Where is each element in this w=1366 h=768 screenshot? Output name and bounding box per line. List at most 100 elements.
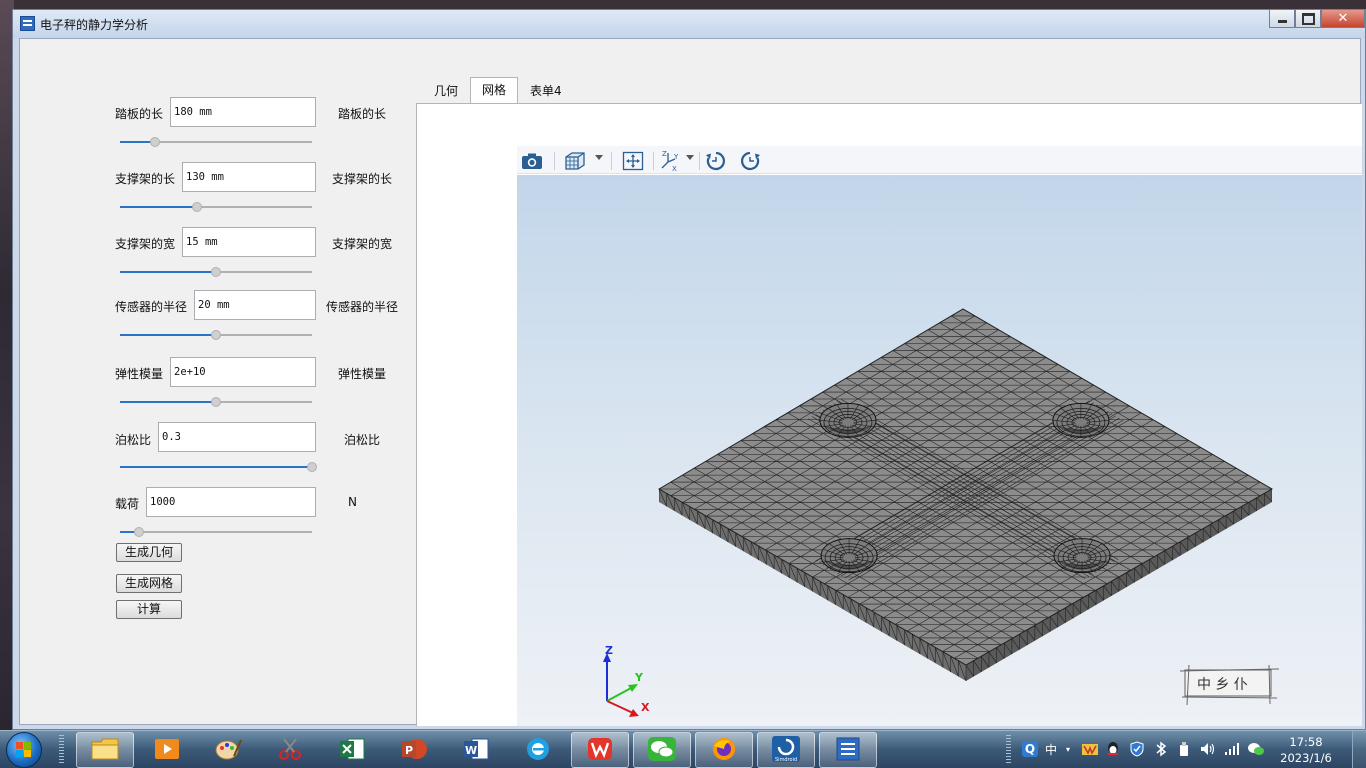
firefox-taskbar-button[interactable] <box>695 732 753 768</box>
wps-icon <box>586 736 614 765</box>
load-input[interactable]: 1000 <box>146 487 316 517</box>
window-title: 电子秤的静力学分析 <box>40 18 149 32</box>
param-label-support-width: 支撑架的宽 <box>115 237 176 251</box>
sensor-hole <box>820 538 878 574</box>
slider-handle[interactable] <box>211 330 221 340</box>
edge-icon <box>524 736 552 765</box>
svg-text:P: P <box>405 744 413 757</box>
edge-taskbar-button[interactable] <box>509 732 567 768</box>
slider-handle[interactable] <box>211 267 221 277</box>
rotate-ccw-icon[interactable] <box>704 151 728 171</box>
word-icon: W <box>462 736 490 765</box>
view-cube-icon[interactable] <box>563 151 587 171</box>
support-width-input[interactable]: 15 mm <box>182 227 316 257</box>
tab-bar: 几何 网格 表单4 <box>422 77 574 104</box>
app-window-taskbar-button[interactable] <box>819 732 877 768</box>
volume-icon[interactable] <box>1200 741 1216 757</box>
shield-icon[interactable] <box>1129 741 1145 757</box>
sensor-radius-slider[interactable] <box>120 330 312 340</box>
usb-device-icon[interactable] <box>1176 741 1192 757</box>
watermark-logo: 中 乡 仆 <box>1179 665 1280 705</box>
svg-text:Z: Z <box>662 150 667 158</box>
wechat-taskbar-button[interactable] <box>633 732 691 768</box>
clock-time: 17:58 <box>1289 735 1323 749</box>
param-label-support-length: 支撑架的长 <box>115 172 176 186</box>
tab-geometry[interactable]: 几何 <box>422 79 470 104</box>
pedal-length-slider[interactable] <box>120 137 312 147</box>
camera-icon[interactable] <box>520 151 544 171</box>
viewer-toolbar: ZYX <box>517 146 1362 174</box>
network-signal-icon[interactable] <box>1224 741 1240 757</box>
word-taskbar-button[interactable]: W <box>447 732 505 768</box>
param-unit-support-width: 支撑架的宽 <box>332 237 393 251</box>
poisson-ratio-input[interactable]: 0.3 <box>158 422 316 452</box>
file-explorer-taskbar-button[interactable] <box>76 732 134 768</box>
support-length-slider[interactable] <box>120 202 312 212</box>
start-button[interactable] <box>6 732 42 768</box>
support-width-slider[interactable] <box>120 267 312 277</box>
paint-icon <box>214 736 242 765</box>
elastic-modulus-input[interactable]: 2e+10 <box>170 357 316 387</box>
paint-taskbar-button[interactable] <box>199 732 257 768</box>
slider-handle[interactable] <box>134 527 145 537</box>
slider-handle[interactable] <box>211 397 221 407</box>
slider-handle[interactable] <box>149 137 160 147</box>
ime-options-icon[interactable]: ▾ <box>1060 741 1076 757</box>
system-clock[interactable]: 17:58 2023/1/6 <box>1276 734 1336 766</box>
axis-orient-icon[interactable]: ZYX <box>659 150 683 172</box>
snipping-tool-icon <box>276 736 304 765</box>
axis-z-label: Z <box>605 645 613 657</box>
clock-date: 2023/1/6 <box>1280 751 1332 765</box>
3d-viewport[interactable]: Z Y X 中 乡 仆 <box>517 175 1362 726</box>
compute-button[interactable]: 计算 <box>116 600 182 619</box>
app-window: 电子秤的静力学分析 ✕ 踏板的长 180 mm 踏板的长 支撑架的长 130 m… <box>12 9 1366 730</box>
close-button[interactable]: ✕ <box>1321 10 1365 28</box>
client-area: 踏板的长 180 mm 踏板的长 支撑架的长 130 mm 支撑架的长 支撑架的… <box>19 38 1362 726</box>
tray-grip <box>1006 735 1011 765</box>
param-unit-sensor-radius: 传感器的半径 <box>326 300 399 314</box>
rotate-cw-icon[interactable] <box>738 151 762 171</box>
media-player-icon <box>153 736 181 765</box>
firefox-icon <box>710 736 738 765</box>
simdroid-icon: Simdroid <box>771 735 801 766</box>
bluetooth-icon[interactable] <box>1153 741 1169 757</box>
sensor-radius-input[interactable]: 20 mm <box>194 290 316 320</box>
elastic-modulus-slider[interactable] <box>120 397 312 407</box>
excel-icon <box>338 736 366 765</box>
ime-lang-indicator[interactable]: 中 <box>1042 741 1060 757</box>
tab-mesh[interactable]: 网格 <box>470 77 519 104</box>
wechat-tray-icon[interactable] <box>1248 741 1264 757</box>
slider-handle[interactable] <box>191 202 202 212</box>
tray-app-icon[interactable] <box>1082 741 1098 757</box>
powerpoint-taskbar-button[interactable]: P <box>385 732 443 768</box>
snipping-tool-taskbar-button[interactable] <box>261 732 319 768</box>
simdroid-taskbar-button[interactable]: Simdroid <box>757 732 815 768</box>
load-slider[interactable] <box>120 527 312 537</box>
excel-taskbar-button[interactable] <box>323 732 381 768</box>
fit-view-icon[interactable] <box>621 151 645 171</box>
generate-mesh-button[interactable]: 生成网格 <box>116 574 182 593</box>
qq-icon[interactable] <box>1105 741 1121 757</box>
ime-icon[interactable]: Q <box>1022 741 1038 757</box>
poisson-ratio-slider[interactable] <box>120 462 317 472</box>
taskbar: P W Simdroid Q 中 ▾ 17:58 2023/1/6 <box>0 730 1366 768</box>
param-label-poisson-ratio: 泊松比 <box>115 433 152 447</box>
title-bar[interactable]: 电子秤的静力学分析 ✕ <box>13 10 1365 38</box>
generate-geometry-button[interactable]: 生成几何 <box>116 543 182 562</box>
minimize-button[interactable] <box>1269 10 1295 28</box>
maximize-button[interactable] <box>1295 10 1321 28</box>
svg-text:X: X <box>672 165 677 172</box>
tab-form4[interactable]: 表单4 <box>518 79 574 104</box>
svg-text:W: W <box>465 744 477 757</box>
show-desktop-button[interactable] <box>1352 731 1366 768</box>
media-player-taskbar-button[interactable] <box>138 732 196 768</box>
support-length-input[interactable]: 130 mm <box>182 162 316 192</box>
sensor-hole <box>1052 402 1110 438</box>
slider-handle[interactable] <box>307 462 317 472</box>
chevron-down-icon[interactable] <box>686 155 694 160</box>
chevron-down-icon[interactable] <box>595 155 603 160</box>
pedal-length-input[interactable]: 180 mm <box>170 97 316 127</box>
app-window-icon <box>834 736 862 765</box>
wps-taskbar-button[interactable] <box>571 732 629 768</box>
app-icon <box>20 16 35 31</box>
